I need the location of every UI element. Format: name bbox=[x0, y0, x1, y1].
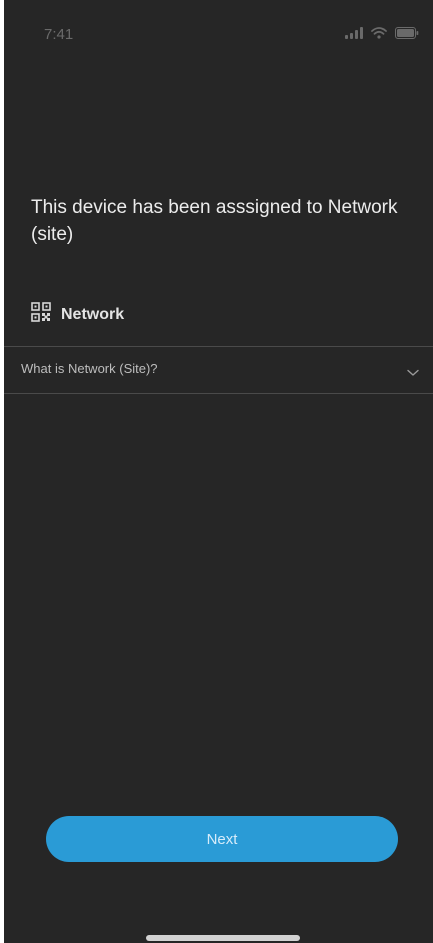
wifi-icon bbox=[371, 27, 387, 39]
network-name: Network bbox=[61, 305, 125, 323]
chevron-down-icon[interactable] bbox=[407, 364, 419, 382]
status-bar: 7:41 bbox=[4, 0, 433, 66]
status-icons bbox=[345, 27, 419, 39]
home-indicator[interactable] bbox=[146, 935, 300, 941]
qr-code-icon bbox=[31, 302, 51, 327]
divider-bottom bbox=[4, 393, 433, 394]
next-button[interactable]: Next bbox=[46, 816, 398, 862]
page-title: This device has been asssigned to Networ… bbox=[31, 197, 398, 245]
battery-icon bbox=[395, 27, 419, 39]
network-assignment: Network bbox=[31, 302, 124, 327]
faq-label: What is Network (Site)? bbox=[21, 361, 158, 376]
faq-accordion-what-is-network[interactable]: What is Network (Site)? bbox=[4, 347, 433, 393]
status-time: 7:41 bbox=[44, 26, 74, 43]
app-screen: 7:41 This device has been asssigned to N… bbox=[4, 0, 433, 943]
signal-icon bbox=[345, 27, 363, 39]
